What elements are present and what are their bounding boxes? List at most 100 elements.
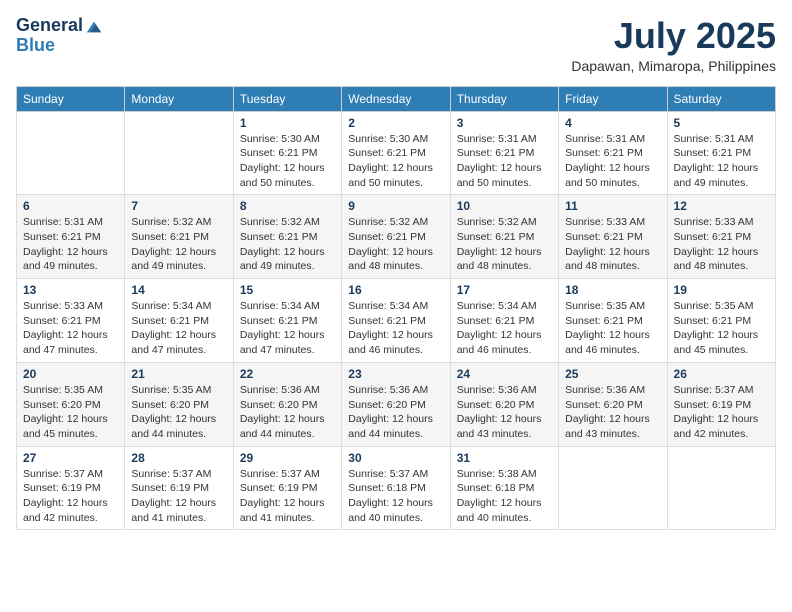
day-info: Sunrise: 5:32 AM Sunset: 6:21 PM Dayligh… [131, 215, 226, 274]
day-info: Sunrise: 5:34 AM Sunset: 6:21 PM Dayligh… [348, 299, 443, 358]
day-number: 16 [348, 283, 443, 297]
day-number: 9 [348, 199, 443, 213]
logo-icon [85, 18, 103, 36]
calendar-cell: 11Sunrise: 5:33 AM Sunset: 6:21 PM Dayli… [559, 195, 667, 279]
calendar-cell: 3Sunrise: 5:31 AM Sunset: 6:21 PM Daylig… [450, 111, 558, 195]
day-number: 28 [131, 451, 226, 465]
day-number: 22 [240, 367, 335, 381]
calendar-cell: 2 Sunrise: 5:30 AM Sunset: 6:21 PM Daylig… [342, 111, 450, 195]
day-number: 19 [674, 283, 769, 297]
day-number: 21 [131, 367, 226, 381]
day-info: Sunrise: 5:37 AM Sunset: 6:19 PM Dayligh… [23, 467, 118, 526]
calendar-location: Dapawan, Mimaropa, Philippines [571, 58, 776, 74]
day-number: 17 [457, 283, 552, 297]
calendar-cell: 19 Sunrise: 5:35 AM Sunset: 6:21 PM Dayli… [667, 279, 775, 363]
weekday-header-saturday: Saturday [667, 86, 775, 111]
day-number: 31 [457, 451, 552, 465]
weekday-header-wednesday: Wednesday [342, 86, 450, 111]
day-number: 4 [565, 116, 660, 130]
calendar-cell [667, 446, 775, 530]
day-number: 2 [348, 116, 443, 130]
day-info: Sunrise: 5:34 AM Sunset: 6:21 PM Dayligh… [240, 299, 335, 358]
weekday-header-friday: Friday [559, 86, 667, 111]
day-number: 24 [457, 367, 552, 381]
calendar-title: July 2025 [571, 16, 776, 56]
calendar-cell: 28 Sunrise: 5:37 AM Sunset: 6:19 PM Dayli… [125, 446, 233, 530]
day-number: 5 [674, 116, 769, 130]
day-number: 1 [240, 116, 335, 130]
day-number: 30 [348, 451, 443, 465]
calendar-cell: 30 Sunrise: 5:37 AM Sunset: 6:18 PM Dayli… [342, 446, 450, 530]
day-info: Sunrise: 5:30 AM Sunset: 6:21 PM Dayligh… [348, 132, 443, 191]
calendar-cell: 7 Sunrise: 5:32 AM Sunset: 6:21 PM Daylig… [125, 195, 233, 279]
calendar-week-row: 20Sunrise: 5:35 AM Sunset: 6:20 PM Dayli… [17, 362, 776, 446]
day-info: Sunrise: 5:31 AM Sunset: 6:21 PM Dayligh… [565, 132, 660, 191]
day-info: Sunrise: 5:32 AM Sunset: 6:21 PM Dayligh… [348, 215, 443, 274]
calendar-cell: 9 Sunrise: 5:32 AM Sunset: 6:21 PM Daylig… [342, 195, 450, 279]
calendar-cell: 27Sunrise: 5:37 AM Sunset: 6:19 PM Dayli… [17, 446, 125, 530]
weekday-header-row: SundayMondayTuesdayWednesdayThursdayFrid… [17, 86, 776, 111]
day-number: 10 [457, 199, 552, 213]
calendar-cell [17, 111, 125, 195]
day-info: Sunrise: 5:36 AM Sunset: 6:20 PM Dayligh… [565, 383, 660, 442]
title-block: July 2025 Dapawan, Mimaropa, Philippines [571, 16, 776, 74]
calendar-cell: 15Sunrise: 5:34 AM Sunset: 6:21 PM Dayli… [233, 279, 341, 363]
logo-general-text: General [16, 16, 83, 36]
day-info: Sunrise: 5:37 AM Sunset: 6:19 PM Dayligh… [240, 467, 335, 526]
day-info: Sunrise: 5:38 AM Sunset: 6:18 PM Dayligh… [457, 467, 552, 526]
day-info: Sunrise: 5:37 AM Sunset: 6:19 PM Dayligh… [674, 383, 769, 442]
calendar-cell: 13 Sunrise: 5:33 AM Sunset: 6:21 PM Dayli… [17, 279, 125, 363]
day-number: 26 [674, 367, 769, 381]
day-info: Sunrise: 5:37 AM Sunset: 6:18 PM Dayligh… [348, 467, 443, 526]
day-info: Sunrise: 5:31 AM Sunset: 6:21 PM Dayligh… [23, 215, 118, 274]
calendar-table: SundayMondayTuesdayWednesdayThursdayFrid… [16, 86, 776, 531]
weekday-header-sunday: Sunday [17, 86, 125, 111]
calendar-cell: 4 Sunrise: 5:31 AM Sunset: 6:21 PM Daylig… [559, 111, 667, 195]
calendar-cell: 10 Sunrise: 5:32 AM Sunset: 6:21 PM Dayli… [450, 195, 558, 279]
day-number: 25 [565, 367, 660, 381]
day-number: 23 [348, 367, 443, 381]
day-number: 11 [565, 199, 660, 213]
calendar-week-row: 6Sunrise: 5:31 AM Sunset: 6:21 PM Daylig… [17, 195, 776, 279]
calendar-cell: 24 Sunrise: 5:36 AM Sunset: 6:20 PM Dayli… [450, 362, 558, 446]
day-info: Sunrise: 5:33 AM Sunset: 6:21 PM Dayligh… [23, 299, 118, 358]
calendar-cell: 22Sunrise: 5:36 AM Sunset: 6:20 PM Dayli… [233, 362, 341, 446]
day-number: 12 [674, 199, 769, 213]
calendar-cell: 17 Sunrise: 5:34 AM Sunset: 6:21 PM Dayli… [450, 279, 558, 363]
day-number: 14 [131, 283, 226, 297]
weekday-header-tuesday: Tuesday [233, 86, 341, 111]
calendar-cell: 20Sunrise: 5:35 AM Sunset: 6:20 PM Dayli… [17, 362, 125, 446]
page-header: General Blue July 2025 Dapawan, Mimaropa… [16, 16, 776, 74]
calendar-week-row: 27Sunrise: 5:37 AM Sunset: 6:19 PM Dayli… [17, 446, 776, 530]
calendar-cell: 16 Sunrise: 5:34 AM Sunset: 6:21 PM Dayli… [342, 279, 450, 363]
day-number: 29 [240, 451, 335, 465]
calendar-cell: 1Sunrise: 5:30 AM Sunset: 6:21 PM Daylig… [233, 111, 341, 195]
day-number: 13 [23, 283, 118, 297]
calendar-cell: 6Sunrise: 5:31 AM Sunset: 6:21 PM Daylig… [17, 195, 125, 279]
day-info: Sunrise: 5:35 AM Sunset: 6:20 PM Dayligh… [131, 383, 226, 442]
day-info: Sunrise: 5:35 AM Sunset: 6:21 PM Dayligh… [565, 299, 660, 358]
day-number: 8 [240, 199, 335, 213]
calendar-cell: 31 Sunrise: 5:38 AM Sunset: 6:18 PM Dayli… [450, 446, 558, 530]
day-info: Sunrise: 5:33 AM Sunset: 6:21 PM Dayligh… [674, 215, 769, 274]
day-number: 3 [457, 116, 552, 130]
day-info: Sunrise: 5:32 AM Sunset: 6:21 PM Dayligh… [240, 215, 335, 274]
calendar-cell: 21 Sunrise: 5:35 AM Sunset: 6:20 PM Dayli… [125, 362, 233, 446]
calendar-cell: 23 Sunrise: 5:36 AM Sunset: 6:20 PM Dayli… [342, 362, 450, 446]
calendar-week-row: 1 Sunrise: 5:30 AM Sunset: 6:21 PM Daylig… [17, 111, 776, 195]
calendar-cell: 5Sunrise: 5:31 AM Sunset: 6:21 PM Daylig… [667, 111, 775, 195]
day-number: 7 [131, 199, 226, 213]
weekday-header-thursday: Thursday [450, 86, 558, 111]
calendar-cell: 8 Sunrise: 5:32 AM Sunset: 6:21 PM Daylig… [233, 195, 341, 279]
day-number: 18 [565, 283, 660, 297]
calendar-cell: 26 Sunrise: 5:37 AM Sunset: 6:19 PM Dayli… [667, 362, 775, 446]
day-info: Sunrise: 5:32 AM Sunset: 6:21 PM Dayligh… [457, 215, 552, 274]
calendar-cell: 18 Sunrise: 5:35 AM Sunset: 6:21 PM Dayli… [559, 279, 667, 363]
day-info: Sunrise: 5:34 AM Sunset: 6:21 PM Dayligh… [457, 299, 552, 358]
day-info: Sunrise: 5:37 AM Sunset: 6:19 PM Dayligh… [131, 467, 226, 526]
day-info: Sunrise: 5:35 AM Sunset: 6:20 PM Dayligh… [23, 383, 118, 442]
day-info: Sunrise: 5:36 AM Sunset: 6:20 PM Dayligh… [457, 383, 552, 442]
day-info: Sunrise: 5:36 AM Sunset: 6:20 PM Dayligh… [348, 383, 443, 442]
logo-blue-text: Blue [16, 36, 103, 56]
day-info: Sunrise: 5:35 AM Sunset: 6:21 PM Dayligh… [674, 299, 769, 358]
